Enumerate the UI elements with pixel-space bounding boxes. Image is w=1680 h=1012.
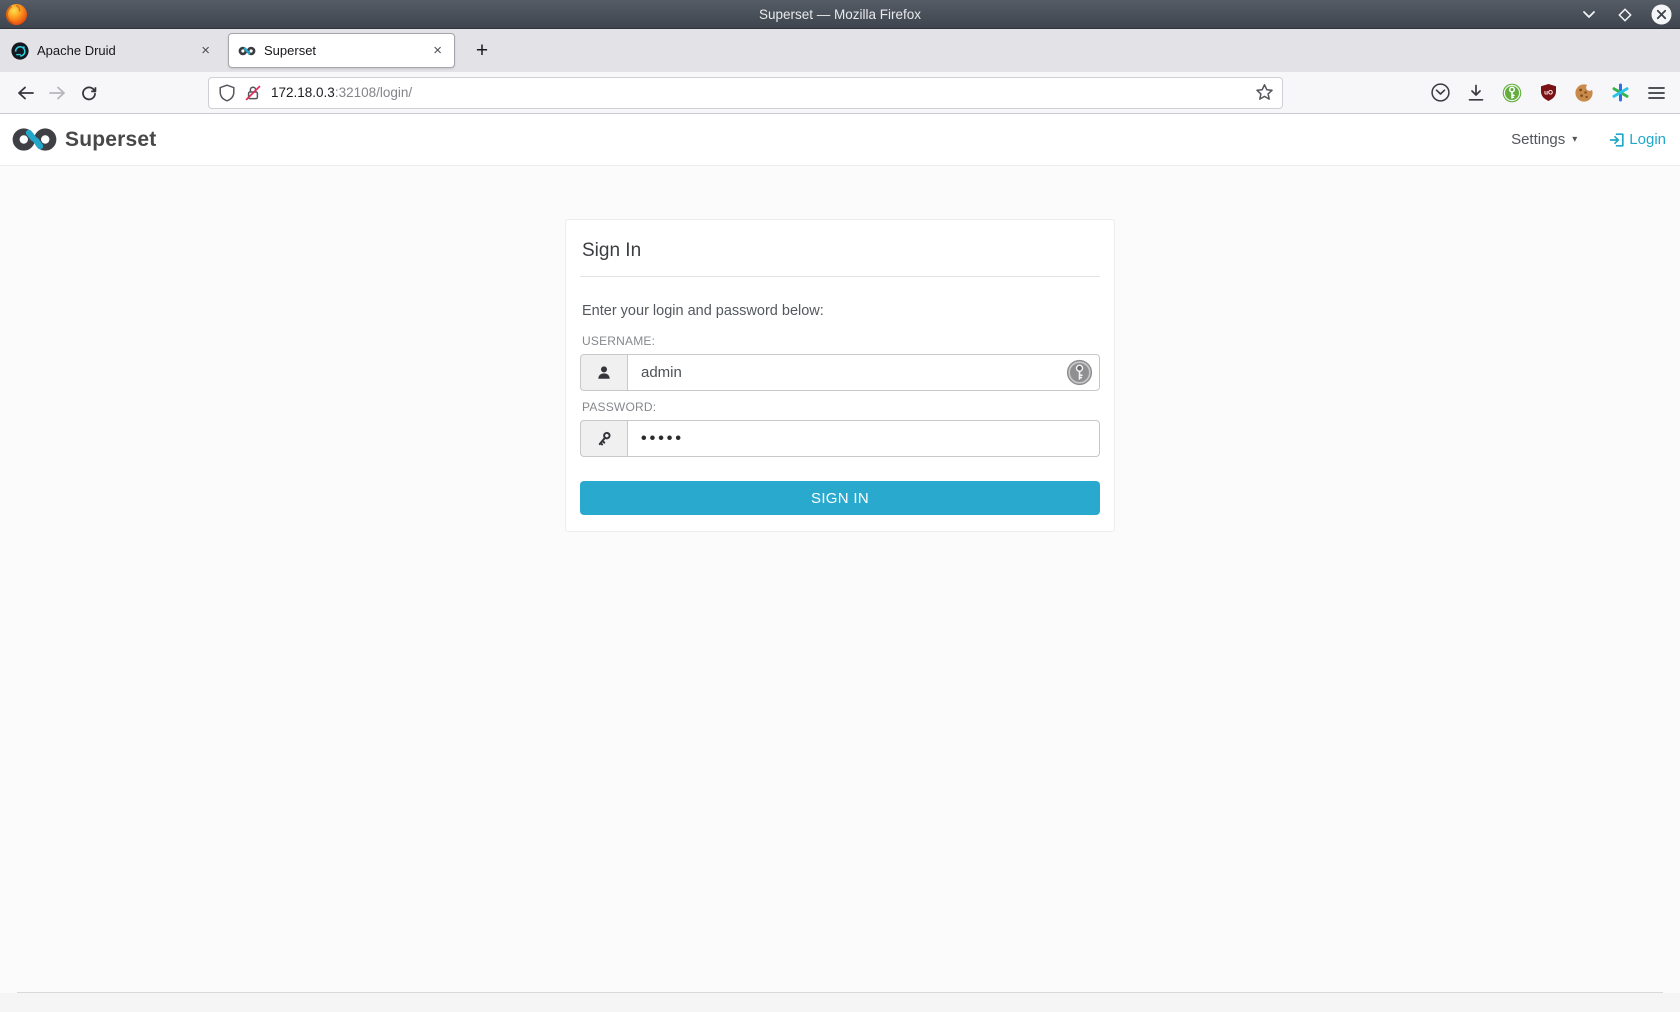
keepassxc-field-icon[interactable]	[1066, 359, 1093, 386]
username-input[interactable]	[627, 354, 1100, 391]
password-input-group	[580, 420, 1100, 457]
firefox-icon	[5, 3, 27, 25]
login-link[interactable]: Login	[1609, 131, 1666, 148]
password-label: PASSWORD:	[582, 400, 657, 414]
brand-text: Superset	[65, 127, 157, 151]
colorful-asterisk-extension-icon[interactable]	[1605, 78, 1635, 108]
menu-hamburger-button[interactable]	[1641, 78, 1671, 108]
tab-bar: Apache Druid × Superset × +	[0, 29, 1680, 72]
new-tab-button[interactable]: +	[467, 36, 497, 66]
user-icon	[598, 366, 610, 379]
ublock-extension-icon[interactable]: uO	[1533, 78, 1563, 108]
username-addon	[580, 354, 627, 391]
chevron-down-icon: ▾	[1572, 134, 1578, 145]
insecure-lock-icon[interactable]	[244, 84, 262, 102]
window-title: Superset — Mozilla Firefox	[758, 6, 922, 22]
sign-in-form: Enter your login and password below: USE…	[580, 277, 1100, 515]
settings-label: Settings	[1511, 131, 1566, 148]
keepassxc-extension-icon[interactable]	[1497, 78, 1527, 108]
cookie-extension-icon[interactable]	[1569, 78, 1599, 108]
url-path: :32108/login/	[334, 85, 413, 100]
tracking-protection-shield-icon[interactable]	[218, 83, 236, 102]
sign-in-button[interactable]: SIGN IN	[580, 481, 1100, 515]
tab-label: Superset	[264, 43, 317, 58]
browser-toolbar: 172.18.0.3:32108/login/ uO	[0, 72, 1680, 114]
sign-in-card: Sign In Enter your login and password be…	[565, 219, 1115, 532]
tab-label: Apache Druid	[37, 43, 116, 58]
tab-superset[interactable]: Superset ×	[228, 33, 455, 68]
downloads-button[interactable]	[1461, 78, 1491, 108]
superset-infinity-icon	[12, 128, 57, 151]
druid-favicon-icon	[11, 41, 29, 60]
reload-button[interactable]	[73, 78, 105, 108]
sign-in-icon	[1609, 132, 1624, 147]
url-text: 172.18.0.3:32108/login/	[271, 85, 412, 100]
tab-apache-druid[interactable]: Apache Druid ×	[2, 33, 222, 68]
url-bar[interactable]: 172.18.0.3:32108/login/	[208, 76, 1283, 109]
tab-close-icon[interactable]: ×	[198, 43, 213, 58]
pocket-button[interactable]	[1425, 78, 1455, 108]
username-input-group	[580, 354, 1100, 391]
forward-button[interactable]	[41, 78, 73, 108]
page-content: Sign In Enter your login and password be…	[0, 166, 1680, 1012]
password-addon	[580, 420, 627, 457]
login-label: Login	[1629, 131, 1666, 148]
settings-menu[interactable]: Settings ▾	[1511, 131, 1577, 148]
url-host: 172.18.0.3	[271, 85, 335, 100]
svg-text:uO: uO	[1544, 90, 1553, 97]
back-button[interactable]	[9, 78, 41, 108]
superset-navbar: Superset Settings ▾ Login	[0, 114, 1680, 166]
maximize-button[interactable]	[1614, 4, 1636, 26]
minimize-button[interactable]	[1578, 4, 1600, 26]
sign-in-instruction: Enter your login and password below:	[582, 303, 824, 319]
navbar-right: Settings ▾ Login	[1511, 131, 1666, 148]
superset-logo[interactable]: Superset	[11, 125, 156, 154]
window-titlebar: Superset — Mozilla Firefox	[0, 0, 1680, 29]
bookmark-star-icon[interactable]	[1255, 83, 1274, 102]
sign-in-title: Sign In	[580, 234, 1100, 277]
key-icon	[598, 431, 611, 445]
password-input[interactable]	[627, 420, 1100, 457]
superset-favicon-icon	[238, 46, 256, 55]
window-controls	[1578, 0, 1672, 29]
tab-close-icon[interactable]: ×	[430, 43, 445, 58]
footer-strip	[0, 993, 1680, 1012]
close-button[interactable]	[1650, 4, 1672, 26]
username-label: USERNAME:	[582, 334, 656, 348]
